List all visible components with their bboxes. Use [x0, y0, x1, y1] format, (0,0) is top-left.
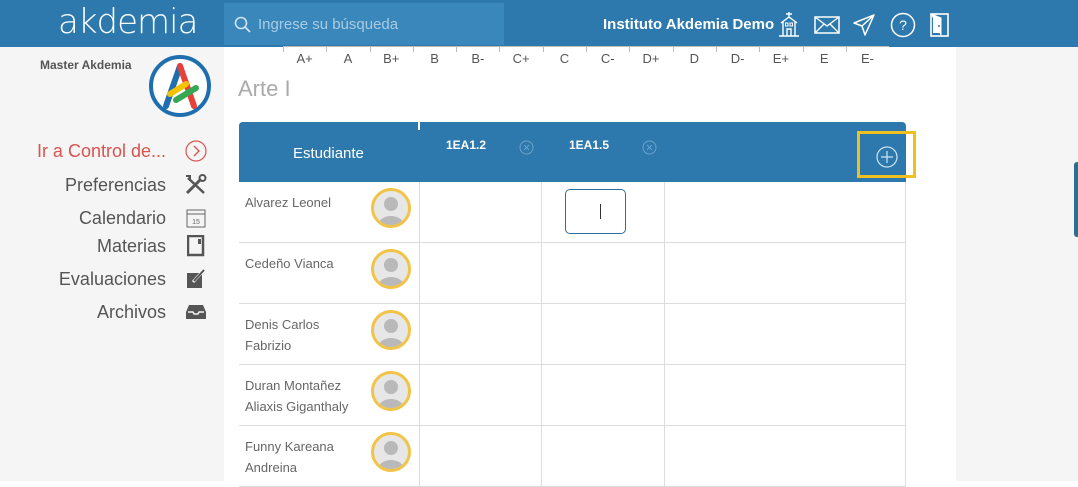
close-icon[interactable]	[642, 140, 657, 155]
sidebar-item-archivos[interactable]: Archivos	[0, 301, 208, 323]
grade-cell[interactable]	[542, 365, 665, 426]
sidebar-item-calendario[interactable]: Calendario 15	[0, 207, 208, 229]
table-row: Duran Montañez Aliaxis Giganthaly	[239, 365, 906, 426]
mail-icon[interactable]	[814, 16, 840, 34]
search-input[interactable]: Ingrese su búsqueda	[258, 16, 398, 33]
tab-divider	[418, 122, 420, 130]
grade-label: E	[802, 47, 846, 68]
student-name: Duran Montañez Aliaxis Giganthaly	[245, 378, 349, 414]
student-cell: Funny Kareana Andreina	[239, 426, 420, 487]
grade-label: E-	[845, 47, 889, 68]
empty-cell	[665, 365, 906, 426]
add-column-button[interactable]	[857, 131, 916, 178]
sidebar-item-label: Preferencias	[64, 174, 166, 195]
close-icon[interactable]	[519, 140, 534, 155]
svg-text:15: 15	[192, 219, 200, 226]
student-avatar	[371, 249, 411, 289]
calendar-icon: 15	[184, 207, 208, 229]
student-cell: Alvarez Leonel	[239, 182, 420, 243]
grade-cell[interactable]	[542, 304, 665, 365]
svg-text:?: ?	[899, 17, 907, 33]
grade-cell[interactable]	[420, 365, 542, 426]
grade-scale: A+ A B+ B B- C+ C C- D+ D D- E+ E E-	[283, 46, 890, 68]
app-logo[interactable]: akdemia	[58, 2, 198, 42]
top-bar: akdemia Ingrese su búsqueda Instituto Ak…	[0, 0, 1078, 47]
grade-label: B	[412, 47, 456, 68]
student-cell: Denis Carlos Fabrizio	[239, 304, 420, 365]
school-icon[interactable]	[777, 10, 801, 38]
grade-cell[interactable]	[420, 243, 542, 304]
student-avatar	[371, 432, 411, 472]
sidebar-item-label: Evaluaciones	[58, 268, 166, 289]
book-icon	[184, 235, 208, 257]
send-icon[interactable]	[852, 13, 876, 37]
user-name: Master Akdemia	[40, 58, 132, 72]
column-header[interactable]: 1EA1.5	[569, 138, 609, 152]
student-name: Cedeño Vianca	[245, 256, 334, 271]
grade-label: D-	[715, 47, 759, 68]
grade-label: C-	[586, 47, 629, 68]
grade-label: C+	[499, 47, 542, 68]
institution-name[interactable]: Instituto Akdemia Demo	[603, 16, 774, 33]
text-cursor	[600, 204, 601, 219]
sidebar-item-preferencias[interactable]: Preferencias	[0, 174, 208, 196]
grade-cell[interactable]	[542, 426, 665, 487]
chevron-right-circle-icon	[184, 140, 208, 162]
sidebar-item-label: Archivos	[96, 301, 166, 322]
sidebar-item-label: Ir a Control de...	[36, 140, 166, 161]
empty-cell	[665, 304, 906, 365]
sidebar-item-evaluaciones[interactable]: Evaluaciones	[0, 268, 208, 290]
grade-label: B-	[456, 47, 499, 68]
grade-label: E+	[759, 47, 802, 68]
edit-icon	[184, 268, 208, 290]
inbox-icon	[184, 301, 208, 323]
grade-input[interactable]	[565, 189, 626, 234]
search-icon	[234, 16, 251, 33]
table-row: Cedeño Vianca	[239, 243, 906, 304]
sidebar-item-control[interactable]: Ir a Control de...	[0, 140, 208, 162]
right-panel	[956, 47, 1078, 481]
sidebar-item-label: Materias	[96, 235, 166, 256]
akdemia-logo-icon	[149, 55, 211, 117]
side-tab[interactable]	[1074, 162, 1078, 237]
grade-label: B+	[369, 47, 413, 68]
help-icon[interactable]: ?	[890, 12, 916, 38]
grade-cell[interactable]	[420, 182, 542, 243]
grade-cell[interactable]	[420, 426, 542, 487]
sidebar-item-materias[interactable]: Materias	[0, 235, 208, 257]
student-cell: Cedeño Vianca	[239, 243, 420, 304]
student-cell: Duran Montañez Aliaxis Giganthaly	[239, 365, 420, 426]
table-row: Funny Kareana Andreina	[239, 426, 906, 487]
grade-label: D+	[629, 47, 672, 68]
search-box[interactable]: Ingrese su búsqueda	[224, 3, 504, 45]
empty-cell	[665, 426, 906, 487]
empty-cell	[665, 243, 906, 304]
grade-label: C	[542, 47, 586, 68]
student-name: Funny Kareana Andreina	[245, 439, 334, 475]
sidebar-item-label: Calendario	[78, 207, 166, 228]
grade-label: A	[326, 47, 369, 68]
logout-icon[interactable]	[930, 13, 950, 37]
student-avatar	[371, 310, 411, 350]
table-row: Alvarez Leonel	[239, 182, 906, 243]
student-avatar	[371, 188, 411, 228]
student-avatar	[371, 371, 411, 411]
grade-cell[interactable]	[420, 304, 542, 365]
tools-icon	[184, 174, 208, 196]
table-header: Estudiante 1EA1.2 1EA1.5	[239, 122, 906, 182]
column-header[interactable]: 1EA1.2	[446, 138, 486, 152]
grade-label: A+	[283, 47, 326, 68]
student-column-header: Estudiante	[239, 122, 419, 182]
student-name: Denis Carlos Fabrizio	[245, 317, 320, 353]
grade-label: D	[672, 47, 716, 68]
table-row: Denis Carlos Fabrizio	[239, 304, 906, 365]
plus-circle-icon	[876, 146, 898, 168]
student-name: Alvarez Leonel	[245, 195, 331, 210]
grade-cell[interactable]	[542, 243, 665, 304]
empty-cell	[665, 182, 906, 243]
course-title: Arte I	[238, 76, 291, 101]
student-header-label: Estudiante	[293, 145, 364, 162]
